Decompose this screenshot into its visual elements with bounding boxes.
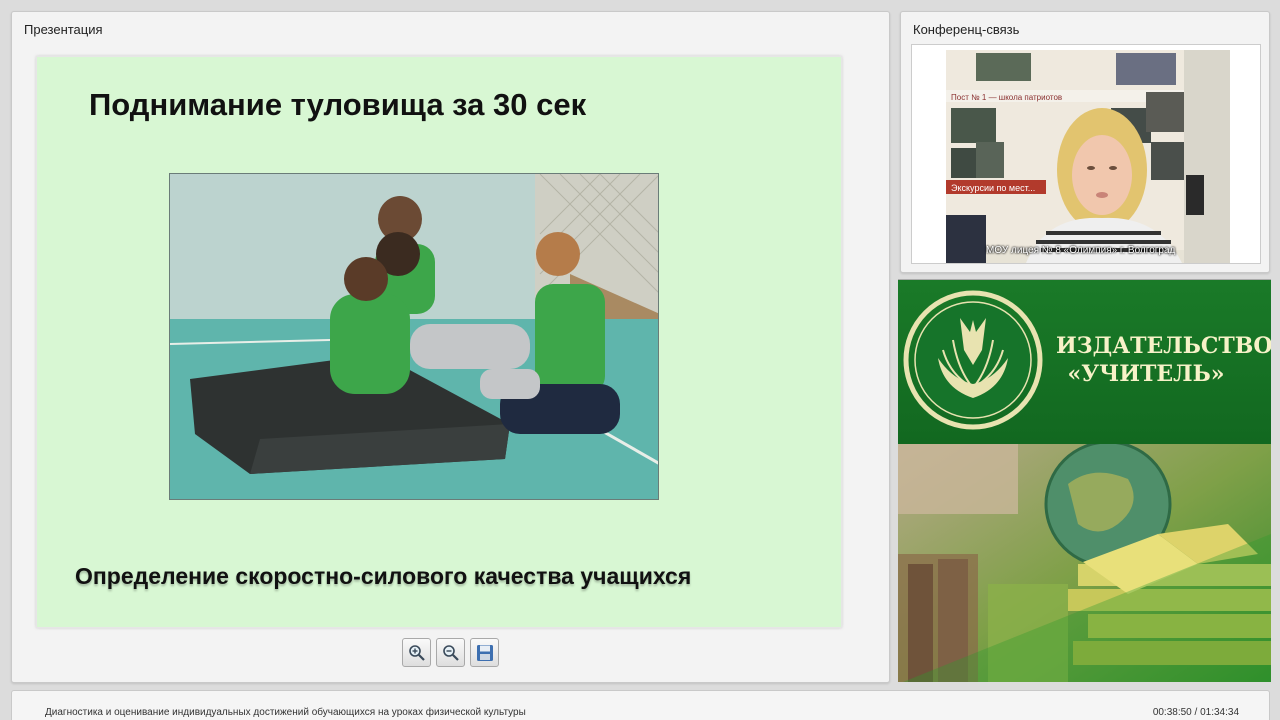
publisher-logo <box>903 290 1043 430</box>
poster-text-1: Пост № 1 — школа патриотов <box>951 93 1062 102</box>
publisher-image <box>898 440 1271 682</box>
presentation-panel-title: Презентация <box>24 22 103 37</box>
publisher-header: ИЗДАТЕЛЬСТВО «УЧИТЕЛЬ» <box>898 280 1271 444</box>
publisher-banner[interactable]: ИЗДАТЕЛЬСТВО «УЧИТЕЛЬ» <box>898 279 1271 682</box>
slide-photo <box>169 173 659 500</box>
save-icon <box>476 644 493 661</box>
slide-heading: Поднимание туловища за 30 сек <box>89 87 587 122</box>
poster-text-2: Экскурсии по мест... <box>951 183 1035 193</box>
publisher-name-line1: ИЗДАТЕЛЬСТВО <box>1056 333 1271 359</box>
publisher-name-line2: «УЧИТЕЛЬ» <box>1067 361 1225 387</box>
presentation-panel: Презентация Поднимание туловища за 30 се… <box>11 11 890 683</box>
video-frame: Пост № 1 — школа патриотов Экскурсии по … <box>946 50 1230 263</box>
publisher-name: ИЗДАТЕЛЬСТВО «УЧИТЕЛЬ» <box>1056 332 1271 388</box>
zoom-out-button[interactable] <box>436 638 465 667</box>
zoom-out-icon <box>442 644 459 661</box>
playback-time: 00:38:50 / 01:34:34 <box>1152 707 1239 718</box>
lecture-title: Диагностика и оценивание индивидуальных … <box>45 707 526 718</box>
presentation-toolbar <box>402 638 499 667</box>
save-button[interactable] <box>470 638 499 667</box>
conference-panel-title: Конференц-связь <box>913 22 1020 37</box>
player-footer: Диагностика и оценивание индивидуальных … <box>11 690 1270 720</box>
presentation-slide: Поднимание туловища за 30 сек Определени… <box>36 56 842 628</box>
video-caption: МОУ лицея № 8 «Олимпия» г. Волгоград <box>986 245 1176 256</box>
conference-panel: Конференц-связь Пост № 1 — школа патриот… <box>900 11 1270 273</box>
zoom-in-icon <box>408 644 425 661</box>
video-feed[interactable]: Пост № 1 — школа патриотов Экскурсии по … <box>911 44 1261 264</box>
slide-caption: Определение скоростно-силового качества … <box>75 563 692 589</box>
zoom-in-button[interactable] <box>402 638 431 667</box>
